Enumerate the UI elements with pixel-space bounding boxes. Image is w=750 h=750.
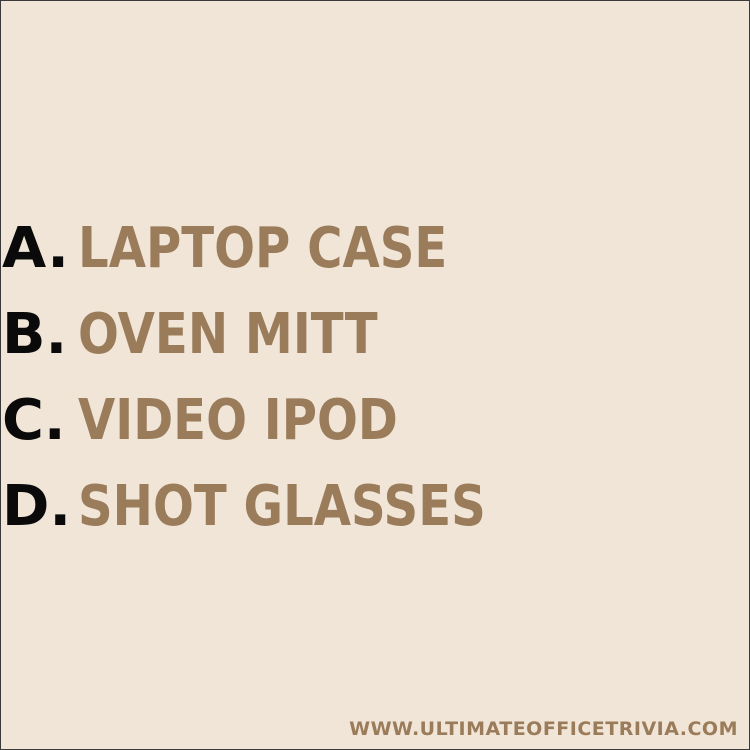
option-c-letter: C. (2, 388, 66, 453)
page-frame (0, 0, 750, 750)
option-c-text: VIDEO IPOD (78, 388, 398, 453)
option-b-letter: B. (2, 302, 68, 367)
option-b-text: OVEN MITT (78, 302, 378, 367)
option-d-letter: D. (2, 474, 72, 539)
option-a-letter: A. (2, 216, 69, 281)
website-url: WWW.ULTIMATEOFFICETRIVIA.COM (349, 718, 738, 740)
option-d-text: SHOT GLASSES (78, 474, 486, 539)
option-a-text: LAPTOP CASE (78, 216, 448, 281)
